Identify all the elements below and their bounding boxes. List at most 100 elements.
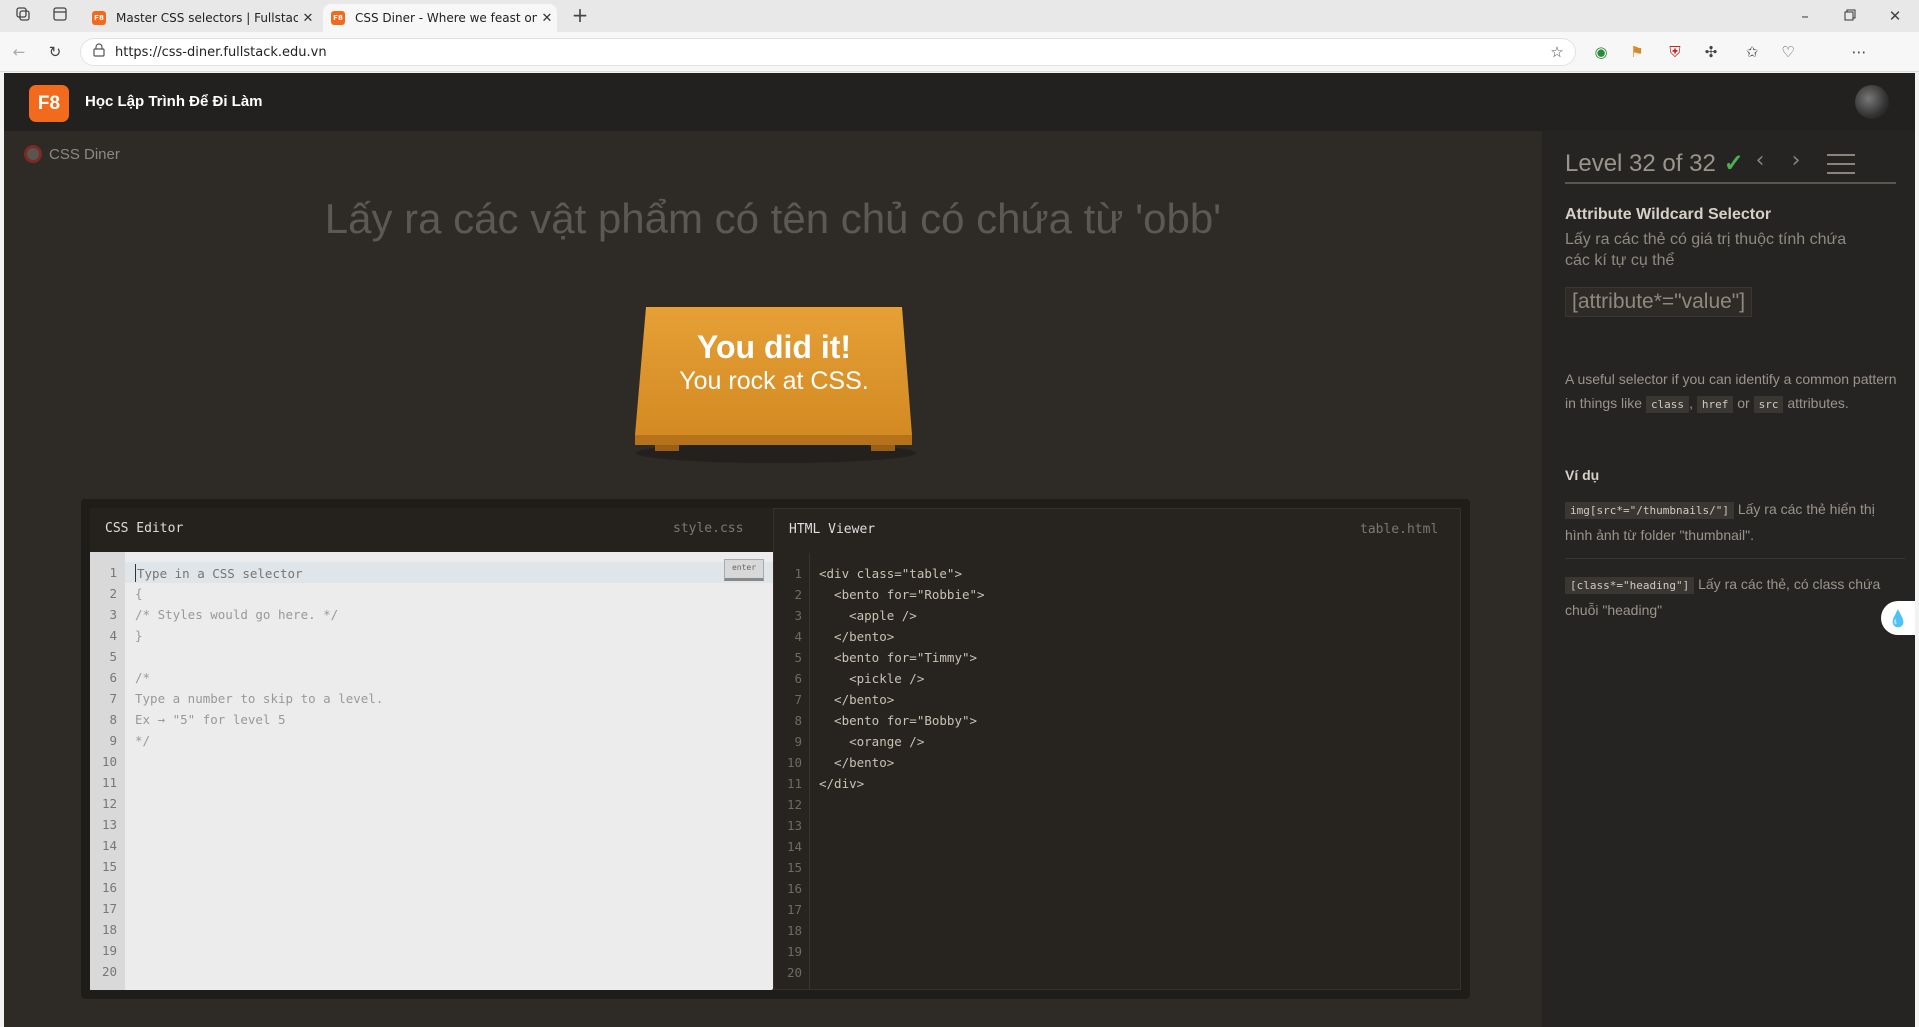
- hint-code: href: [1696, 396, 1734, 413]
- line-number: 10: [786, 755, 802, 770]
- f8-favicon-icon: F8: [92, 11, 106, 25]
- dinner-table: You did it! You rock at CSS.: [631, 307, 917, 471]
- url-input[interactable]: https://css-diner.fullstack.edu.vn ☆: [80, 38, 1576, 66]
- extension-shield-icon[interactable]: ⛨: [1665, 42, 1685, 62]
- line-number: 18: [786, 923, 802, 938]
- level-sidebar: Level 32 of 32 ✓ ‹ › Attribute Wildcard …: [1542, 131, 1915, 1027]
- code-line: <orange />: [819, 734, 925, 749]
- tab-title: Master CSS selectors | Fullstack W: [116, 11, 298, 25]
- css-editor-header: [90, 508, 773, 552]
- hint-code: src: [1753, 396, 1784, 413]
- f8-logo[interactable]: F8: [29, 85, 69, 122]
- extension-globe-icon[interactable]: ◉: [1591, 42, 1611, 62]
- line-number: 12: [786, 797, 802, 812]
- close-tab-icon[interactable]: ✕: [298, 11, 318, 26]
- line-number: 14: [786, 839, 802, 854]
- close-window-icon[interactable]: ✕: [1885, 6, 1905, 26]
- line-number: 20: [101, 964, 117, 979]
- page-content: F8 Học Lập Trình Để Đi Làm CSS Diner Lấy…: [4, 73, 1915, 1027]
- code-line: <bento for="Robbie">: [819, 587, 985, 602]
- line-number: 3: [109, 607, 117, 622]
- back-icon[interactable]: ←: [8, 42, 30, 62]
- selector-hint: A useful selector if you can identify a …: [1565, 367, 1905, 417]
- restore-icon[interactable]: [1840, 6, 1860, 26]
- tab-css-diner[interactable]: F8 CSS Diner - Where we feast on CS ✕: [323, 4, 557, 32]
- favorite-star-icon[interactable]: ☆: [1547, 42, 1567, 62]
- css-code-lines: {/* Styles would go here. */} /* Type a nu…: [135, 562, 383, 982]
- line-number: 15: [101, 859, 117, 874]
- line-number: 4: [794, 629, 802, 644]
- code-line: /*: [135, 670, 151, 685]
- line-number: 6: [794, 671, 802, 686]
- hint-sep: or: [1737, 395, 1750, 411]
- favorites-icon[interactable]: ✩: [1742, 42, 1762, 62]
- extensions-puzzle-icon[interactable]: ✣: [1701, 42, 1721, 62]
- workspaces-icon[interactable]: [13, 6, 33, 27]
- close-tab-icon[interactable]: ✕: [537, 11, 557, 26]
- level-instruction: Lấy ra các vật phẩm có tên chủ có chứa t…: [324, 195, 1222, 242]
- line-number: 9: [109, 733, 117, 748]
- html-viewer-title: HTML Viewer: [789, 522, 876, 537]
- minimize-icon[interactable]: –: [1795, 6, 1815, 26]
- html-line-numbers: 1 2 3 4 5 6 7 8 9 10 11 12 13 14 15 16 17 18 19 20: [774, 563, 802, 983]
- line-number: 9: [794, 734, 802, 749]
- line-number: 11: [101, 775, 117, 790]
- enter-button[interactable]: enter: [724, 559, 764, 581]
- new-tab-icon[interactable]: +: [570, 5, 590, 25]
- previous-level-icon[interactable]: ‹: [1750, 150, 1770, 172]
- html-viewer: HTML Viewer table.html 1 2 3 4 5 6 7 8 9 10 11 12 13…: [773, 508, 1461, 990]
- code-line: <apple />: [819, 608, 917, 623]
- win-heading: You did it!: [696, 329, 852, 365]
- css-diner-brand[interactable]: CSS Diner: [24, 145, 120, 163]
- floating-helper-button[interactable]: 💧: [1881, 601, 1915, 635]
- tab-actions-icon[interactable]: [50, 6, 70, 27]
- win-subheading: You rock at CSS.: [679, 367, 869, 395]
- css-editor-filename: style.css: [673, 521, 744, 536]
- refresh-icon[interactable]: ↻: [44, 42, 66, 62]
- examples-title: Ví dụ: [1565, 467, 1600, 483]
- url-text: https://css-diner.fullstack.edu.vn: [115, 44, 327, 60]
- extension-pin-icon[interactable]: ⚑: [1627, 42, 1647, 62]
- line-number: 19: [786, 944, 802, 959]
- line-number: 13: [786, 818, 802, 833]
- code-line: </div>: [819, 776, 865, 791]
- example-item: img[src*="/thumbnails/"] Lấy ra các thẻ …: [1565, 497, 1905, 559]
- line-number: 10: [101, 754, 117, 769]
- level-indicator[interactable]: Level 32 of 32 ✓: [1565, 149, 1744, 178]
- code-line: {: [135, 586, 143, 601]
- code-line: </bento>: [819, 755, 895, 770]
- css-line-numbers: 1 2 3 4 5 6 7 8 9 10 11 12 13 14 15 16 17 18 19 20: [90, 562, 125, 982]
- next-level-icon[interactable]: ›: [1786, 150, 1806, 172]
- line-number: 8: [109, 712, 117, 727]
- line-number: 12: [101, 796, 117, 811]
- editor-panel: CSS Editor style.css 1 2 3 4 5 6 7 8 9 10 11 12 13 14…: [81, 499, 1470, 999]
- level-menu-icon[interactable]: [1827, 153, 1855, 179]
- line-number: 3: [794, 608, 802, 623]
- line-number: 16: [101, 880, 117, 895]
- line-number: 13: [101, 817, 117, 832]
- example-item: [class*="heading"] Lấy ra các thẻ, có cl…: [1565, 572, 1905, 623]
- line-number: 5: [109, 649, 117, 664]
- user-avatar[interactable]: [1855, 85, 1889, 119]
- f8-favicon-icon: F8: [331, 11, 345, 25]
- level-complete-check-icon: ✓: [1723, 150, 1744, 177]
- code-line-spacer: [135, 562, 383, 583]
- site-header: F8 Học Lập Trình Để Đi Làm: [4, 73, 1915, 131]
- performance-heart-icon[interactable]: ♡: [1778, 42, 1798, 62]
- line-number: 2: [109, 586, 117, 601]
- selector-syntax: [attribute*="value"]: [1565, 287, 1753, 317]
- tab-master-css[interactable]: F8 Master CSS selectors | Fullstack W ✕: [84, 4, 318, 32]
- more-menu-icon[interactable]: ⋯: [1849, 42, 1869, 62]
